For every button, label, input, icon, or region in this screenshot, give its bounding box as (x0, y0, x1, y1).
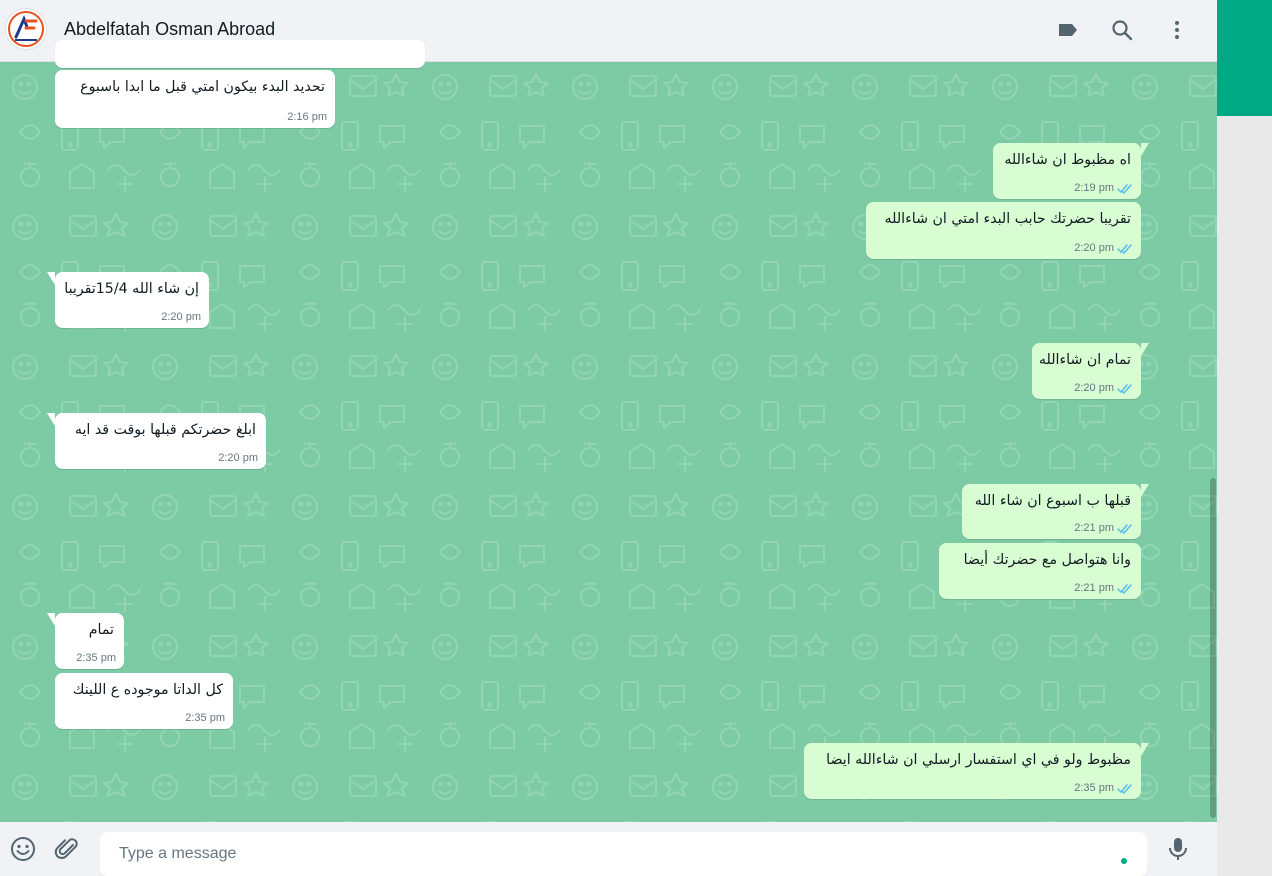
side-panel (1217, 0, 1272, 876)
bubble-tail (1141, 484, 1149, 497)
message-text: قبلها ب اسبوع ان شاء الله (974, 493, 1131, 509)
chat-scrollbar-thumb[interactable] (1210, 478, 1216, 818)
message-text: تحديد البدء بيكون امتي قبل ما ابدا باسبو… (80, 79, 325, 95)
message-time: 2:20 pm (1074, 382, 1114, 394)
menu-icon[interactable] (1163, 16, 1191, 44)
message-bubble-outgoing[interactable]: تقريبا حضرتك حابب البدء امتي ان شاءالله … (866, 202, 1141, 259)
message-text: كل الداتا موجوده ع اللينك (72, 682, 223, 698)
search-icon[interactable] (1108, 16, 1136, 44)
message-time: 2:20 pm (161, 311, 201, 323)
message-bubble-partial (55, 40, 425, 68)
composer-bar (0, 822, 1217, 876)
message-text: اه مظبوط ان شاءالله (1004, 152, 1131, 168)
message-bubble-outgoing[interactable]: وانا هتواصل مع حضرتك أيضا 2:21 pm (939, 543, 1141, 599)
read-receipt-icon (1117, 183, 1132, 194)
message-time: 2:35 pm (185, 712, 225, 724)
bubble-tail (1141, 743, 1149, 756)
bubble-tail (1141, 143, 1149, 156)
read-receipt-icon (1117, 783, 1132, 794)
contact-name[interactable]: Abdelfatah Osman Abroad (64, 19, 275, 40)
message-bubble-incoming[interactable]: تمام 2:35 pm (47, 613, 124, 669)
read-receipt-icon (1117, 383, 1132, 394)
message-text: مظبوط ولو في اي استفسار ارسلي ان شاءالله… (826, 752, 1131, 768)
message-time: 2:35 pm (76, 652, 116, 664)
message-text: تمام ان شاءالله (1038, 352, 1131, 368)
emoji-icon[interactable] (9, 835, 37, 863)
bubble-tail (47, 272, 55, 285)
side-panel-accent (1217, 0, 1272, 116)
message-time: 2:20 pm (218, 452, 258, 464)
avatar[interactable] (5, 8, 47, 50)
message-composer (100, 832, 1147, 876)
message-input[interactable] (100, 832, 1100, 876)
message-bubble-incoming[interactable]: إن شاء الله 15/4تقريبا 2:20 pm (47, 272, 209, 328)
message-bubble-outgoing[interactable]: اه مظبوط ان شاءالله 2:19 pm (993, 143, 1149, 199)
message-text: إن شاء الله 15/4تقريبا (64, 281, 199, 297)
message-time: 2:21 pm (1074, 522, 1114, 534)
status-dot (1121, 858, 1127, 864)
bubble-tail (47, 613, 55, 626)
label-icon[interactable] (1054, 16, 1082, 44)
message-time: 2:21 pm (1074, 582, 1114, 594)
message-bubble-incoming[interactable]: تحديد البدء بيكون امتي قبل ما ابدا باسبو… (55, 70, 335, 128)
message-bubble-incoming[interactable]: ابلغ حضرتكم قبلها بوقت قد ايه 2:20 pm (47, 413, 266, 469)
chat-panel: Abdelfatah Osman Abroad تحديد البدء بيكو… (0, 0, 1217, 876)
message-time: 2:16 pm (287, 111, 327, 123)
read-receipt-icon (1117, 523, 1132, 534)
message-bubble-outgoing[interactable]: قبلها ب اسبوع ان شاء الله 2:21 pm (962, 484, 1149, 539)
message-text: وانا هتواصل مع حضرتك أيضا (963, 552, 1131, 568)
message-time: 2:35 pm (1074, 782, 1114, 794)
message-bubble-incoming[interactable]: كل الداتا موجوده ع اللينك 2:35 pm (55, 673, 233, 729)
message-text: ابلغ حضرتكم قبلها بوقت قد ايه (74, 422, 256, 438)
message-bubble-outgoing[interactable]: مظبوط ولو في اي استفسار ارسلي ان شاءالله… (804, 743, 1149, 799)
message-time: 2:19 pm (1074, 182, 1114, 194)
message-text: تقريبا حضرتك حابب البدء امتي ان شاءالله (884, 211, 1131, 227)
message-time: 2:20 pm (1074, 242, 1114, 254)
mic-icon[interactable] (1164, 835, 1192, 863)
abdelfatah-osman-logo (8, 11, 44, 47)
read-receipt-icon (1117, 583, 1132, 594)
bubble-tail (1141, 343, 1149, 356)
bubble-tail (47, 413, 55, 426)
read-receipt-icon (1117, 243, 1132, 254)
message-text: تمام (88, 622, 114, 638)
attach-icon[interactable] (53, 835, 81, 863)
message-bubble-outgoing[interactable]: تمام ان شاءالله 2:20 pm (1032, 343, 1149, 399)
